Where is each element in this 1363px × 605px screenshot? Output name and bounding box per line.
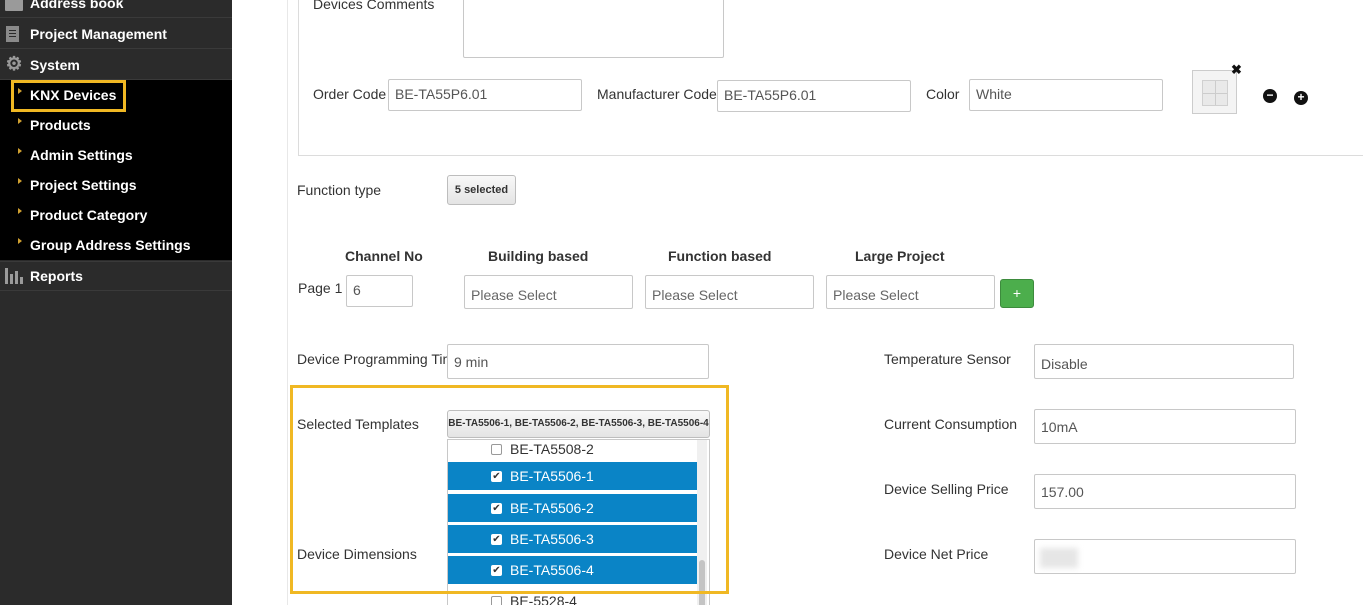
sidebar-item-label: Admin Settings: [30, 147, 133, 163]
template-option-label: BE-TA5506-2: [510, 500, 594, 516]
sidebar-subitem-admin-settings[interactable]: Admin Settings: [0, 140, 232, 170]
order-code-input[interactable]: BE-TA55P6.01: [388, 79, 582, 111]
sidebar-item-system[interactable]: ⚙ System: [0, 50, 232, 80]
chevron-right-icon: [18, 238, 22, 244]
device-selling-price-input[interactable]: 157.00: [1034, 474, 1296, 509]
channel-no-input[interactable]: 6: [346, 275, 413, 307]
address-book-icon: [5, 0, 23, 11]
manufacturer-code-input[interactable]: BE-TA55P6.01: [717, 80, 911, 112]
building-based-header: Building based: [488, 248, 589, 264]
sidebar-item-label: System: [30, 56, 80, 73]
device-programming-time-label: Device Programming Time: [297, 351, 462, 367]
gear-icon: ⚙: [5, 53, 23, 75]
content-divider: [287, 0, 288, 605]
sidebar: Address book Project Management ⚙ System…: [0, 0, 232, 605]
template-option-label: BE-TA5506-4: [510, 562, 594, 578]
template-option-label: BE-5528-4: [510, 593, 577, 605]
add-channel-button[interactable]: +: [1000, 279, 1034, 308]
checkbox-icon[interactable]: [491, 443, 502, 455]
template-option[interactable]: BE-5528-4: [448, 587, 698, 605]
checkbox-checked-icon[interactable]: ✔: [491, 533, 502, 545]
chevron-right-icon: [18, 208, 22, 214]
current-consumption-label: Current Consumption: [884, 416, 1018, 432]
checkbox-checked-icon[interactable]: ✔: [491, 502, 502, 514]
document-icon: [6, 25, 19, 42]
channel-no-header: Channel No: [345, 248, 423, 264]
checkbox-icon[interactable]: [491, 595, 502, 605]
template-option[interactable]: ✔ BE-TA5506-1: [448, 462, 698, 490]
chevron-right-icon: [18, 118, 22, 124]
manufacturer-code-label: Manufacturer Code: [597, 86, 717, 102]
close-icon[interactable]: ✖: [1231, 62, 1242, 78]
temperature-sensor-select[interactable]: Disable: [1034, 344, 1294, 379]
temperature-sensor-label: Temperature Sensor: [884, 351, 1011, 367]
function-type-label: Function type: [297, 182, 382, 198]
current-consumption-input[interactable]: 10mA: [1034, 409, 1296, 444]
sidebar-subitem-group-address-settings[interactable]: Group Address Settings: [0, 230, 232, 260]
sidebar-subitem-products[interactable]: Products: [0, 110, 232, 140]
template-option[interactable]: BE-TA5508-2: [448, 440, 698, 463]
page-row-label: Page 1: [298, 280, 343, 296]
template-options-list: BE-TA5508-2 ✔ BE-TA5506-1 ✔ BE-TA5506-2 …: [447, 439, 710, 605]
remove-circle-icon[interactable]: −: [1263, 89, 1277, 103]
list-scrollbar[interactable]: [697, 440, 707, 605]
devices-comments-label: Devices Comments: [313, 0, 435, 12]
template-option[interactable]: ✔ BE-TA5506-4: [448, 556, 698, 584]
sidebar-item-label: Project Settings: [30, 177, 137, 193]
add-circle-icon[interactable]: +: [1294, 91, 1308, 105]
checkbox-checked-icon[interactable]: ✔: [491, 564, 502, 576]
building-based-select[interactable]: Please Select: [464, 275, 633, 309]
sidebar-item-label: Reports: [30, 268, 83, 284]
template-option[interactable]: ✔ BE-TA5506-2: [448, 494, 698, 522]
sidebar-item-project-management[interactable]: Project Management: [0, 19, 232, 49]
chevron-right-icon: [18, 178, 22, 184]
function-based-header: Function based: [668, 248, 772, 264]
sidebar-subitem-project-settings[interactable]: Project Settings: [0, 170, 232, 200]
device-selling-price-label: Device Selling Price: [884, 481, 1009, 497]
sidebar-item-label: Address book: [30, 0, 124, 11]
device-net-price-label: Device Net Price: [884, 546, 989, 562]
sidebar-item-address-book[interactable]: Address book: [0, 0, 232, 18]
template-option-label: BE-TA5508-2: [510, 441, 594, 457]
sidebar-item-label: Group Address Settings: [30, 237, 191, 253]
function-based-select[interactable]: Please Select: [645, 275, 814, 309]
sidebar-item-label: Product Category: [30, 207, 148, 223]
template-option-label: BE-TA5506-1: [510, 468, 594, 484]
order-code-label: Order Code: [313, 86, 387, 102]
sidebar-item-label: Products: [30, 117, 91, 133]
sidebar-subitem-product-category[interactable]: Product Category: [0, 200, 232, 230]
chevron-right-icon: [18, 148, 22, 154]
checkbox-checked-icon[interactable]: ✔: [491, 470, 502, 482]
devices-comments-textarea[interactable]: [463, 0, 724, 58]
large-project-header: Large Project: [855, 248, 945, 264]
color-input[interactable]: White: [969, 79, 1163, 111]
color-label: Color: [926, 86, 960, 102]
sidebar-item-reports[interactable]: Reports: [0, 261, 232, 291]
large-project-select[interactable]: Please Select: [826, 275, 995, 309]
device-dimensions-label: Device Dimensions: [297, 546, 417, 562]
sidebar-item-label: Project Management: [30, 25, 167, 42]
selected-templates-select-button[interactable]: BE-TA5506-1, BE-TA5506-2, BE-TA5506-3, B…: [447, 410, 710, 438]
template-option-label: BE-TA5506-3: [510, 531, 594, 547]
template-option[interactable]: ✔ BE-TA5506-3: [448, 525, 698, 553]
selected-templates-label: Selected Templates: [297, 416, 419, 432]
device-programming-time-input[interactable]: 9 min: [447, 344, 709, 379]
sidebar-highlight: [11, 80, 126, 112]
bar-chart-icon: [5, 268, 23, 284]
redacted-value: [1040, 548, 1078, 568]
function-type-select-button[interactable]: 5 selected: [447, 175, 516, 205]
